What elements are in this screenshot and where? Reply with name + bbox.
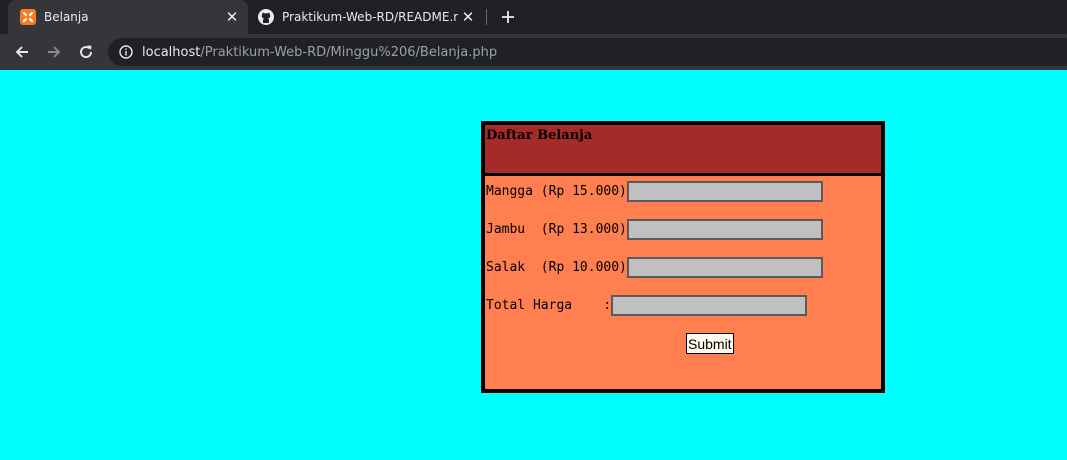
github-icon <box>258 9 274 25</box>
browser-toolbar: localhost/Praktikum-Web-RD/Minggu%206/Be… <box>0 34 1067 70</box>
mangga-row: Mangga (Rp 15.000) <box>486 180 823 202</box>
tab-divider <box>486 9 487 25</box>
reload-icon[interactable] <box>74 40 98 64</box>
url-path: /Praktikum-Web-RD/Minggu%206/Belanja.php <box>200 44 498 60</box>
total-input[interactable] <box>611 294 808 316</box>
tab-belanja[interactable]: Belanja ✕ <box>8 0 248 34</box>
mangga-label: Mangga (Rp 15.000) <box>486 183 627 199</box>
salak-label: Salak (Rp 10.000) <box>486 259 627 275</box>
jambu-row: Jambu (Rp 13.000) <box>486 218 823 240</box>
total-row: Total Harga : <box>486 294 808 316</box>
forward-icon[interactable] <box>42 40 66 64</box>
info-icon[interactable] <box>118 44 134 60</box>
tab-strip: Belanja ✕ Praktikum-Web-RD/README.md ✕ <box>0 0 1067 34</box>
close-tab-icon[interactable]: ✕ <box>458 7 478 27</box>
jambu-input[interactable] <box>626 218 823 240</box>
total-label: Total Harga : <box>486 297 612 313</box>
url-host: localhost <box>142 44 201 60</box>
salak-input[interactable] <box>626 256 823 278</box>
shopping-form: Daftar Belanja Mangga (Rp 15.000) Jambu … <box>481 121 885 393</box>
mangga-input[interactable] <box>626 180 823 202</box>
form-header: Daftar Belanja <box>485 125 881 176</box>
address-bar[interactable]: localhost/Praktikum-Web-RD/Minggu%206/Be… <box>108 38 1067 66</box>
jambu-label: Jambu (Rp 13.000) <box>486 221 627 237</box>
back-icon[interactable] <box>10 40 34 64</box>
url-text: localhost/Praktikum-Web-RD/Minggu%206/Be… <box>142 45 497 60</box>
form-title: Daftar Belanja <box>486 128 593 143</box>
xampp-icon <box>20 9 36 25</box>
close-tab-icon[interactable]: ✕ <box>222 7 242 27</box>
new-tab-icon[interactable] <box>498 7 518 27</box>
tab-readme[interactable]: Praktikum-Web-RD/README.md ✕ <box>252 0 484 34</box>
tab-title: Belanja <box>44 10 89 24</box>
tab-title: Praktikum-Web-RD/README.md <box>282 10 458 24</box>
submit-button[interactable]: Submit <box>686 333 734 354</box>
salak-row: Salak (Rp 10.000) <box>486 256 823 278</box>
